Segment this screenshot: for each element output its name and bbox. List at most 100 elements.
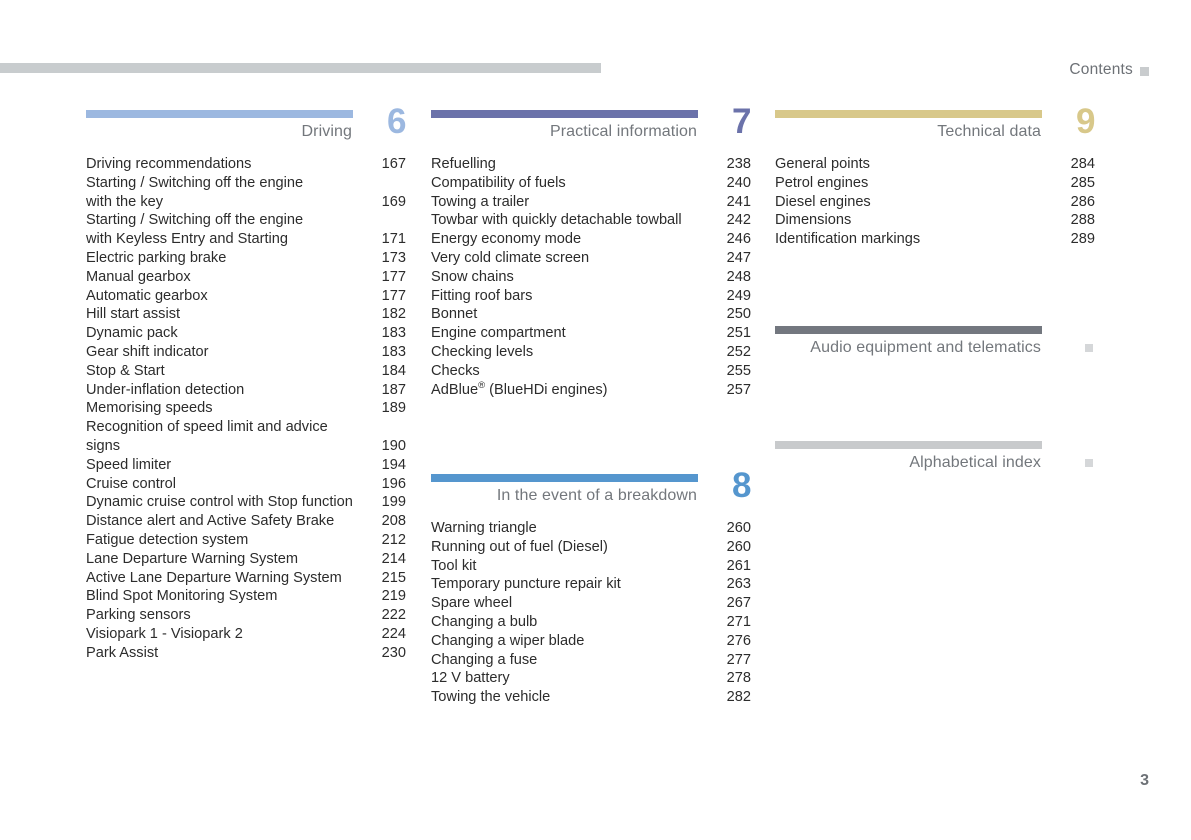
contents-entry[interactable]: Hill start assist182 [86,305,406,324]
contents-entry[interactable]: Changing a fuse277 [431,651,751,670]
entry-page-number: 208 [362,512,406,531]
entry-label: Under-inflation detection [86,381,406,400]
contents-entry[interactable]: Parking sensors222 [86,606,406,625]
entry-page-number: 289 [1051,230,1095,249]
entry-label: Gear shift indicator [86,343,406,362]
entry-label: Stop & Start [86,362,406,381]
contents-entry[interactable]: Visiopark 1 - Visiopark 2224 [86,625,406,644]
section-rule [431,474,698,482]
contents-entry[interactable]: Compatibility of fuels240 [431,174,751,193]
contents-entry[interactable]: Speed limiter194 [86,456,406,475]
contents-entry[interactable]: Dimensions288 [775,211,1095,230]
contents-entry[interactable]: Starting / Switching off the engine with… [86,174,406,212]
entry-page-number: 248 [707,268,751,287]
entry-page-number: 282 [707,688,751,707]
section-heading[interactable]: Audio equipment and telematics [775,334,1095,367]
contents-columns: Driving6Driving recommendations167Starti… [0,0,1191,840]
entry-label: Parking sensors [86,606,406,625]
entry-page-number: 250 [707,305,751,324]
entry-list: Refuelling238Compatibility of fuels240To… [431,155,751,399]
entry-label: Towing a trailer [431,193,751,212]
entry-page-number: 286 [1051,193,1095,212]
contents-entry[interactable]: Gear shift indicator183 [86,343,406,362]
entry-page-number: 173 [362,249,406,268]
contents-entry[interactable]: Bonnet250 [431,305,751,324]
contents-entry[interactable]: Active Lane Departure Warning System215 [86,569,406,588]
contents-entry[interactable]: Fitting roof bars249 [431,287,751,306]
contents-entry[interactable]: Driving recommendations167 [86,155,406,174]
section-heading[interactable]: Practical information7 [431,118,751,151]
contents-entry[interactable]: Dynamic pack183 [86,324,406,343]
entry-page-number: 247 [707,249,751,268]
square-marker-icon [1085,459,1093,467]
contents-entry[interactable]: Engine compartment251 [431,324,751,343]
entry-label: Running out of fuel (Diesel) [431,538,751,557]
contents-entry[interactable]: Lane Departure Warning System214 [86,550,406,569]
contents-entry[interactable]: Checking levels252 [431,343,751,362]
contents-entry[interactable]: Running out of fuel (Diesel)260 [431,538,751,557]
contents-entry[interactable]: Cruise control196 [86,475,406,494]
section-heading[interactable]: Alphabetical index [775,449,1095,482]
contents-entry[interactable]: Dynamic cruise control with Stop functio… [86,493,406,512]
contents-entry[interactable]: Checks255 [431,362,751,381]
contents-entry[interactable]: Towing a trailer241 [431,193,751,212]
entry-label: Checking levels [431,343,751,362]
contents-entry[interactable]: Changing a wiper blade276 [431,632,751,651]
section-audio-equipment-and-telematics: Audio equipment and telematics [775,326,1095,367]
section-title: Driving [302,123,353,141]
contents-entry[interactable]: Fatigue detection system212 [86,531,406,550]
entry-label: Refuelling [431,155,751,174]
section-title: Practical information [550,123,697,141]
section-rule [775,110,1042,118]
entry-page-number: 276 [707,632,751,651]
contents-entry[interactable]: Temporary puncture repair kit263 [431,575,751,594]
entry-page-number: 222 [362,606,406,625]
entry-page-number: 263 [707,575,751,594]
contents-entry[interactable]: General points284 [775,155,1095,174]
contents-entry[interactable]: Spare wheel267 [431,594,751,613]
section-heading[interactable]: Technical data9 [775,118,1095,151]
contents-entry[interactable]: Automatic gearbox177 [86,287,406,306]
contents-entry[interactable]: Towbar with quickly detachable towball24… [431,211,751,230]
entry-page-number: 214 [362,550,406,569]
contents-entry[interactable]: Snow chains248 [431,268,751,287]
contents-entry[interactable]: Changing a bulb271 [431,613,751,632]
contents-entry[interactable]: Petrol engines285 [775,174,1095,193]
contents-entry[interactable]: Identification markings289 [775,230,1095,249]
contents-entry[interactable]: Stop & Start184 [86,362,406,381]
contents-entry[interactable]: Starting / Switching off the engine with… [86,211,406,249]
entry-page-number: 249 [707,287,751,306]
entry-page-number: 260 [707,538,751,557]
contents-entry[interactable]: Diesel engines286 [775,193,1095,212]
entry-label: Visiopark 1 - Visiopark 2 [86,625,406,644]
contents-entry[interactable]: 12 V battery278 [431,669,751,688]
entry-label: Electric parking brake [86,249,406,268]
contents-entry[interactable]: Tool kit261 [431,557,751,576]
entry-page-number: 252 [707,343,751,362]
entry-label: Petrol engines [775,174,1095,193]
contents-entry[interactable]: Refuelling238 [431,155,751,174]
contents-entry[interactable]: Very cold climate screen247 [431,249,751,268]
contents-entry[interactable]: Towing the vehicle282 [431,688,751,707]
contents-entry[interactable]: Energy economy mode246 [431,230,751,249]
entry-label: Recognition of speed limit and advice si… [86,418,406,456]
contents-entry[interactable]: Warning triangle260 [431,519,751,538]
entry-label: Driving recommendations [86,155,406,174]
entry-page-number: 242 [707,211,751,230]
entry-page-number: 169 [362,193,406,212]
contents-entry[interactable]: Memorising speeds189 [86,399,406,418]
contents-entry[interactable]: Under-inflation detection187 [86,381,406,400]
contents-entry[interactable]: Park Assist230 [86,644,406,663]
contents-entry[interactable]: Recognition of speed limit and advice si… [86,418,406,456]
contents-entry[interactable]: Manual gearbox177 [86,268,406,287]
contents-entry[interactable]: Blind Spot Monitoring System219 [86,587,406,606]
entry-label: Checks [431,362,751,381]
contents-entry[interactable]: AdBlue® (BlueHDi engines)257 [431,381,751,400]
entry-page-number: 278 [707,669,751,688]
section-heading[interactable]: Driving6 [86,118,406,151]
contents-entry[interactable]: Electric parking brake173 [86,249,406,268]
entry-page-number: 267 [707,594,751,613]
entry-label: Memorising speeds [86,399,406,418]
contents-entry[interactable]: Distance alert and Active Safety Brake20… [86,512,406,531]
section-heading[interactable]: In the event of a breakdown8 [431,482,751,515]
